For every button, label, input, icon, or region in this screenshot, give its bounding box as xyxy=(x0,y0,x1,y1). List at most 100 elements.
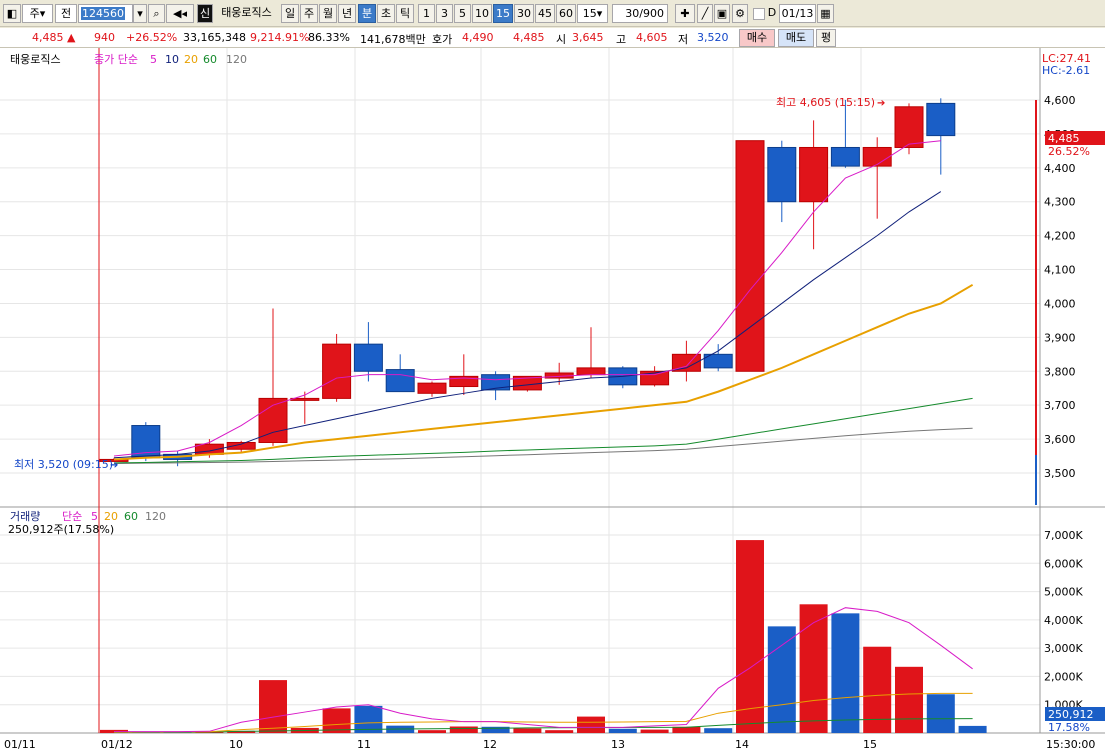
volume-bar xyxy=(767,626,796,733)
price-change-pct: +26.52% xyxy=(126,31,178,44)
save-icon[interactable]: ▣ xyxy=(714,4,730,23)
interval-60[interactable]: 60 xyxy=(556,4,576,23)
market-select[interactable]: 주▾ xyxy=(22,4,53,23)
candle-body xyxy=(353,343,383,372)
search-icon[interactable]: ⌕ xyxy=(148,4,165,23)
code-dropdown-icon[interactable]: ▾ xyxy=(133,4,147,23)
crosshair-icon[interactable]: ✚ xyxy=(675,4,695,23)
low-arrow-icon: ➔ xyxy=(110,460,118,471)
hc-label: HC:-2.61 xyxy=(1042,64,1090,77)
interval-1[interactable]: 1 xyxy=(418,4,435,23)
date-input[interactable]: 01/13 xyxy=(779,4,816,23)
time-tick-label: 13 xyxy=(611,738,625,751)
time-tick-label: 15:30:00 xyxy=(1046,738,1095,751)
price-range-bar-down xyxy=(1035,455,1037,505)
toolbar: ◧ 주▾ 전 124560 ▾ ⌕ ◀◂ 신 태웅로직스 일 주 월 년 분 초… xyxy=(0,0,1105,27)
legend-ma5: 5 xyxy=(150,53,157,66)
price-tick-label: 3,600 xyxy=(1044,433,1076,446)
high-annotation: 최고 4,605 (15:15) xyxy=(776,96,875,109)
calendar-icon[interactable]: ▦ xyxy=(817,4,834,23)
volume-bar xyxy=(545,730,574,733)
period-tick[interactable]: 틱 xyxy=(396,4,414,23)
volume-tag-pct: 17.58% xyxy=(1048,721,1090,734)
time-tick-label: 12 xyxy=(483,738,497,751)
price-tick-label: 3,800 xyxy=(1044,365,1076,378)
candle-body xyxy=(830,146,860,167)
stock-name: 태웅로직스 xyxy=(221,6,272,19)
candle-body xyxy=(322,343,352,399)
volume-tick-label: 5,000K xyxy=(1044,586,1083,599)
current-price: 4,485 xyxy=(32,31,64,44)
volume-bar xyxy=(895,666,923,733)
speaker-icon[interactable]: ◀◂ xyxy=(166,4,194,23)
period-month[interactable]: 월 xyxy=(319,4,337,23)
interval-10[interactable]: 10 xyxy=(472,4,492,23)
period-year[interactable]: 년 xyxy=(338,4,356,23)
count-input[interactable]: 30/900 xyxy=(612,4,668,23)
volume-bar xyxy=(449,726,478,733)
price-legend-name: 태웅로직스 xyxy=(10,53,61,66)
low-annotation: 최저 3,520 (09:15) xyxy=(14,458,113,471)
price-tick-label: 3,900 xyxy=(1044,331,1076,344)
volume-bar xyxy=(577,716,605,733)
price-tick-label: 3,700 xyxy=(1044,399,1076,412)
vol-legend-ma60: 60 xyxy=(124,510,138,523)
volume-tick-label: 7,000K xyxy=(1044,529,1083,542)
volume-legend-label: 거래량 xyxy=(10,510,40,523)
price-tick-label: 4,300 xyxy=(1044,196,1076,209)
volume-tick-label: 4,000K xyxy=(1044,614,1083,627)
volume-tick-label: 6,000K xyxy=(1044,557,1083,570)
legend-ma10: 10 xyxy=(165,53,179,66)
bid-price: 4,485 xyxy=(513,31,545,44)
interval-select[interactable]: 15▾ xyxy=(577,4,608,23)
price-tick-label: 4,400 xyxy=(1044,162,1076,175)
draw-line-icon[interactable]: ╱ xyxy=(697,4,713,23)
stock-chart: 4,6004,5004,4004,3004,2004,1004,0003,900… xyxy=(0,48,1105,755)
time-tick-label: 11 xyxy=(357,738,371,751)
volume-bar xyxy=(704,728,733,733)
buy-button[interactable]: 매수 xyxy=(739,29,775,47)
avg-button[interactable]: 평 xyxy=(816,29,836,47)
candle-body xyxy=(862,146,892,167)
time-tick-label: 01/11 xyxy=(4,738,36,751)
volume-bar xyxy=(608,728,637,733)
price-tick-label: 4,600 xyxy=(1044,94,1076,107)
candle-body xyxy=(799,146,829,203)
layout-icon[interactable]: ◧ xyxy=(3,4,21,23)
vol-legend-ma120: 120 xyxy=(145,510,166,523)
settings-icon[interactable]: ⚙ xyxy=(732,4,748,23)
current-price-pct: 26.52% xyxy=(1048,145,1090,158)
price-tick-label: 4,200 xyxy=(1044,230,1076,243)
volume-bar xyxy=(513,728,542,733)
period-minute[interactable]: 분 xyxy=(358,4,376,23)
candle-body xyxy=(576,367,606,376)
price-range-bar-up xyxy=(1035,100,1037,455)
legend-ma120: 120 xyxy=(226,53,247,66)
interval-30[interactable]: 30 xyxy=(514,4,534,23)
volume-bar xyxy=(418,730,446,733)
price-change: 940 xyxy=(94,31,115,44)
volume-bar xyxy=(640,729,669,733)
stock-code-input[interactable]: 124560 xyxy=(78,4,133,23)
high-price: 4,605 xyxy=(636,31,668,44)
sell-button[interactable]: 매도 xyxy=(778,29,814,47)
vol-legend-ma20: 20 xyxy=(104,510,118,523)
high-arrow-icon: ➔ xyxy=(877,98,885,109)
period-second[interactable]: 초 xyxy=(377,4,395,23)
period-week[interactable]: 주 xyxy=(300,4,318,23)
interval-45[interactable]: 45 xyxy=(535,4,555,23)
volume-bar xyxy=(799,604,828,733)
volume-bar xyxy=(926,694,955,733)
interval-5[interactable]: 5 xyxy=(454,4,471,23)
ask-price: 4,490 xyxy=(462,31,494,44)
type-select[interactable]: 전 xyxy=(55,4,77,23)
time-tick-label: 01/12 xyxy=(101,738,133,751)
period-day[interactable]: 일 xyxy=(281,4,299,23)
low-label: 저 xyxy=(678,33,689,46)
d-checkbox[interactable] xyxy=(753,8,765,20)
interval-15[interactable]: 15 xyxy=(493,4,513,23)
legend-ma20: 20 xyxy=(184,53,198,66)
price-legend-ma-label: 종가 단순 xyxy=(94,53,138,66)
d-checkbox-label: D xyxy=(767,6,777,19)
interval-3[interactable]: 3 xyxy=(436,4,453,23)
